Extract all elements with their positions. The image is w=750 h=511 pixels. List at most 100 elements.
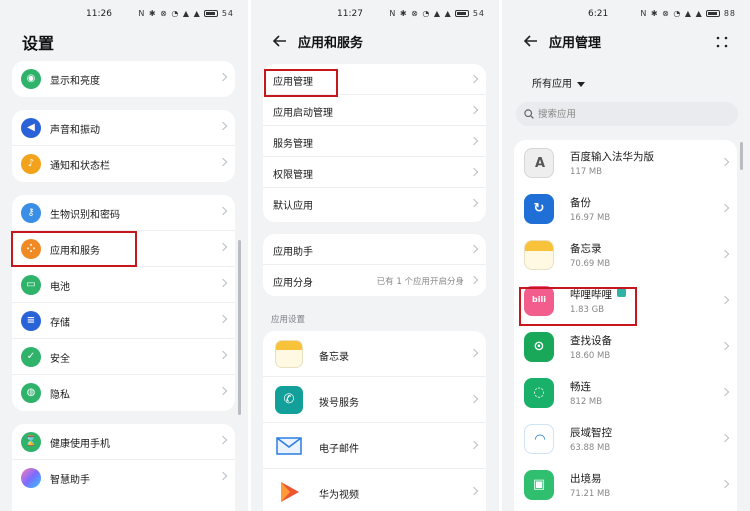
app-size: 117 MB	[570, 167, 603, 177]
app-list-item[interactable]: ◠ 辰域智控 63.88 MB	[514, 416, 737, 462]
app-filter-dropdown[interactable]: 所有应用	[532, 75, 585, 90]
settings-item-label: 智慧助手	[50, 475, 90, 486]
chevron-right-icon	[218, 314, 228, 324]
chevron-right-icon	[469, 394, 479, 404]
chevron-right-icon	[218, 435, 228, 445]
settings-item-label: 显示和亮度	[50, 76, 100, 87]
dropdown-arrow-icon	[577, 81, 585, 87]
menu-item-app-twin[interactable]: 应用分身 已有 1 个应用开启分身	[263, 265, 486, 296]
app-settings-dialer[interactable]: ✆ 拨号服务	[263, 377, 486, 423]
chevron-right-icon	[218, 157, 228, 167]
scrollbar[interactable]	[740, 142, 743, 170]
app-list-item[interactable]: A 百度输入法华为版 117 MB	[514, 140, 737, 186]
chevron-right-icon	[218, 386, 228, 396]
app-list-item[interactable]: ◌ 畅连 812 MB	[514, 370, 737, 416]
menu-item-app-launch[interactable]: 应用启动管理	[263, 95, 486, 126]
more-options-icon[interactable]	[716, 36, 728, 48]
key-icon: ⚷	[21, 203, 41, 223]
storage-icon: ≡	[21, 311, 41, 331]
chevron-right-icon	[218, 72, 228, 82]
app-settings-video[interactable]: 华为视频	[263, 469, 486, 511]
shield-icon: ✓	[21, 347, 41, 367]
status-time: 11:27	[337, 9, 363, 19]
settings-item-label: 电池	[50, 282, 70, 293]
apps-services-screen: 11:27 N ✱ ⊗ ◔ ▲ ▲ 54 应用和服务 应用管理 应用启动管理 服…	[251, 0, 499, 511]
phone-icon: ✆	[275, 386, 303, 414]
app-size: 18.60 MB	[570, 351, 611, 361]
app-name: 出境易	[570, 473, 602, 485]
app-size: 63.88 MB	[570, 443, 611, 453]
chevron-right-icon	[218, 471, 228, 481]
settings-card-health: ⌛ 健康使用手机 智慧助手	[12, 424, 235, 511]
settings-item-privacy[interactable]: ◍ 隐私	[12, 375, 235, 411]
app-management-screen: 6:21 N ✱ ⊗ ◔ ▲ ▲ 88 应用管理 所有应用 A 百度输入法华为版…	[502, 0, 750, 511]
app-name: 查找设备	[570, 335, 612, 347]
status-icons: N ✱ ⊗ ◔ ▲ ▲ 88	[640, 9, 736, 18]
app-list-item[interactable]: 备忘录 70.69 MB	[514, 232, 737, 278]
chevron-right-icon	[469, 244, 479, 254]
menu-item-label: 默认应用	[273, 201, 313, 212]
settings-item-assistant[interactable]: 智慧助手	[12, 460, 235, 496]
menu-item-default-apps[interactable]: 默认应用	[263, 188, 486, 219]
settings-item-digital-balance[interactable]: ⌛ 健康使用手机	[12, 424, 235, 460]
chevron-right-icon	[469, 275, 479, 285]
back-arrow-icon[interactable]	[271, 32, 289, 50]
search-icon	[524, 109, 534, 119]
eye-icon: ◉	[21, 69, 41, 89]
menu-item-label: 权限管理	[273, 170, 313, 181]
app-name: 备忘录	[570, 243, 602, 255]
app-name: 畅连	[570, 381, 591, 393]
search-bar	[516, 102, 738, 126]
settings-card-sound: ◀ 声音和振动 ♪ 通知和状态栏	[12, 110, 235, 182]
app-twin-status: 已有 1 个应用开启分身	[376, 277, 464, 287]
settings-screen: 11:26 N ✱ ⊗ ◔ ▲ ▲ 54 设置 ◉ 显示和亮度 ◀ 声音和振动 …	[0, 0, 248, 511]
baidu-ime-icon: A	[524, 148, 554, 178]
status-bar: 6:21 N ✱ ⊗ ◔ ▲ ▲ 88	[502, 0, 750, 28]
menu-item-service-management[interactable]: 服务管理	[263, 126, 486, 157]
settings-item-label: 存储	[50, 318, 70, 329]
settings-item-notifications[interactable]: ♪ 通知和状态栏	[12, 146, 235, 182]
screenshot-composite: 11:26 N ✱ ⊗ ◔ ▲ ▲ 54 设置 ◉ 显示和亮度 ◀ 声音和振动 …	[0, 0, 750, 511]
app-list-item[interactable]: ↻ 备份 16.97 MB	[514, 186, 737, 232]
app-settings-email[interactable]: 电子邮件	[263, 423, 486, 469]
smart-control-icon: ◠	[524, 424, 554, 454]
app-settings-label: 电子邮件	[319, 444, 359, 455]
settings-item-security[interactable]: ✓ 安全	[12, 339, 235, 375]
search-input[interactable]	[538, 102, 728, 126]
settings-item-battery[interactable]: ▭ 电池	[12, 267, 235, 303]
app-size: 16.97 MB	[570, 213, 611, 223]
chevron-right-icon	[469, 198, 479, 208]
find-device-icon: ⊙	[524, 332, 554, 362]
menu-item-app-assistant[interactable]: 应用助手	[263, 234, 486, 265]
menu-item-label: 应用启动管理	[273, 108, 333, 119]
chevron-right-icon	[469, 167, 479, 177]
settings-item-sound[interactable]: ◀ 声音和振动	[12, 110, 235, 146]
app-list-item[interactable]: ▣ 出境易 71.21 MB	[514, 462, 737, 508]
highlight-box	[11, 231, 137, 267]
app-settings-notes[interactable]: 备忘录	[263, 331, 486, 377]
header: 设置	[0, 30, 248, 54]
menu-item-label: 应用助手	[273, 247, 313, 258]
page-title: 应用管理	[549, 36, 602, 51]
settings-item-biometrics[interactable]: ⚷ 生物识别和密码	[12, 195, 235, 231]
mail-icon	[275, 432, 303, 460]
back-arrow-icon[interactable]	[522, 32, 540, 50]
app-list-item[interactable]: ⊙ 查找设备 18.60 MB	[514, 324, 737, 370]
settings-item-label: 通知和状态栏	[50, 161, 110, 172]
page-title: 设置	[22, 34, 55, 53]
status-icons: N ✱ ⊗ ◔ ▲ ▲ 54	[389, 9, 485, 18]
status-bar: 11:26 N ✱ ⊗ ◔ ▲ ▲ 54	[0, 0, 248, 28]
apps-card-settings: 备忘录 ✆ 拨号服务 电子邮件 华为视频	[263, 331, 486, 511]
app-size: 71.21 MB	[570, 489, 611, 499]
settings-item-storage[interactable]: ≡ 存储	[12, 303, 235, 339]
apps-card-assistant: 应用助手 应用分身 已有 1 个应用开启分身	[263, 234, 486, 296]
chevron-right-icon	[469, 74, 479, 84]
app-name: 百度输入法华为版	[570, 151, 654, 163]
scrollbar[interactable]	[238, 240, 241, 415]
chevron-right-icon	[469, 486, 479, 496]
chevron-right-icon	[469, 136, 479, 146]
menu-item-permissions[interactable]: 权限管理	[263, 157, 486, 188]
app-settings-label: 华为视频	[319, 490, 359, 501]
settings-item-display[interactable]: ◉ 显示和亮度	[12, 61, 235, 97]
header: 应用管理	[502, 30, 750, 54]
